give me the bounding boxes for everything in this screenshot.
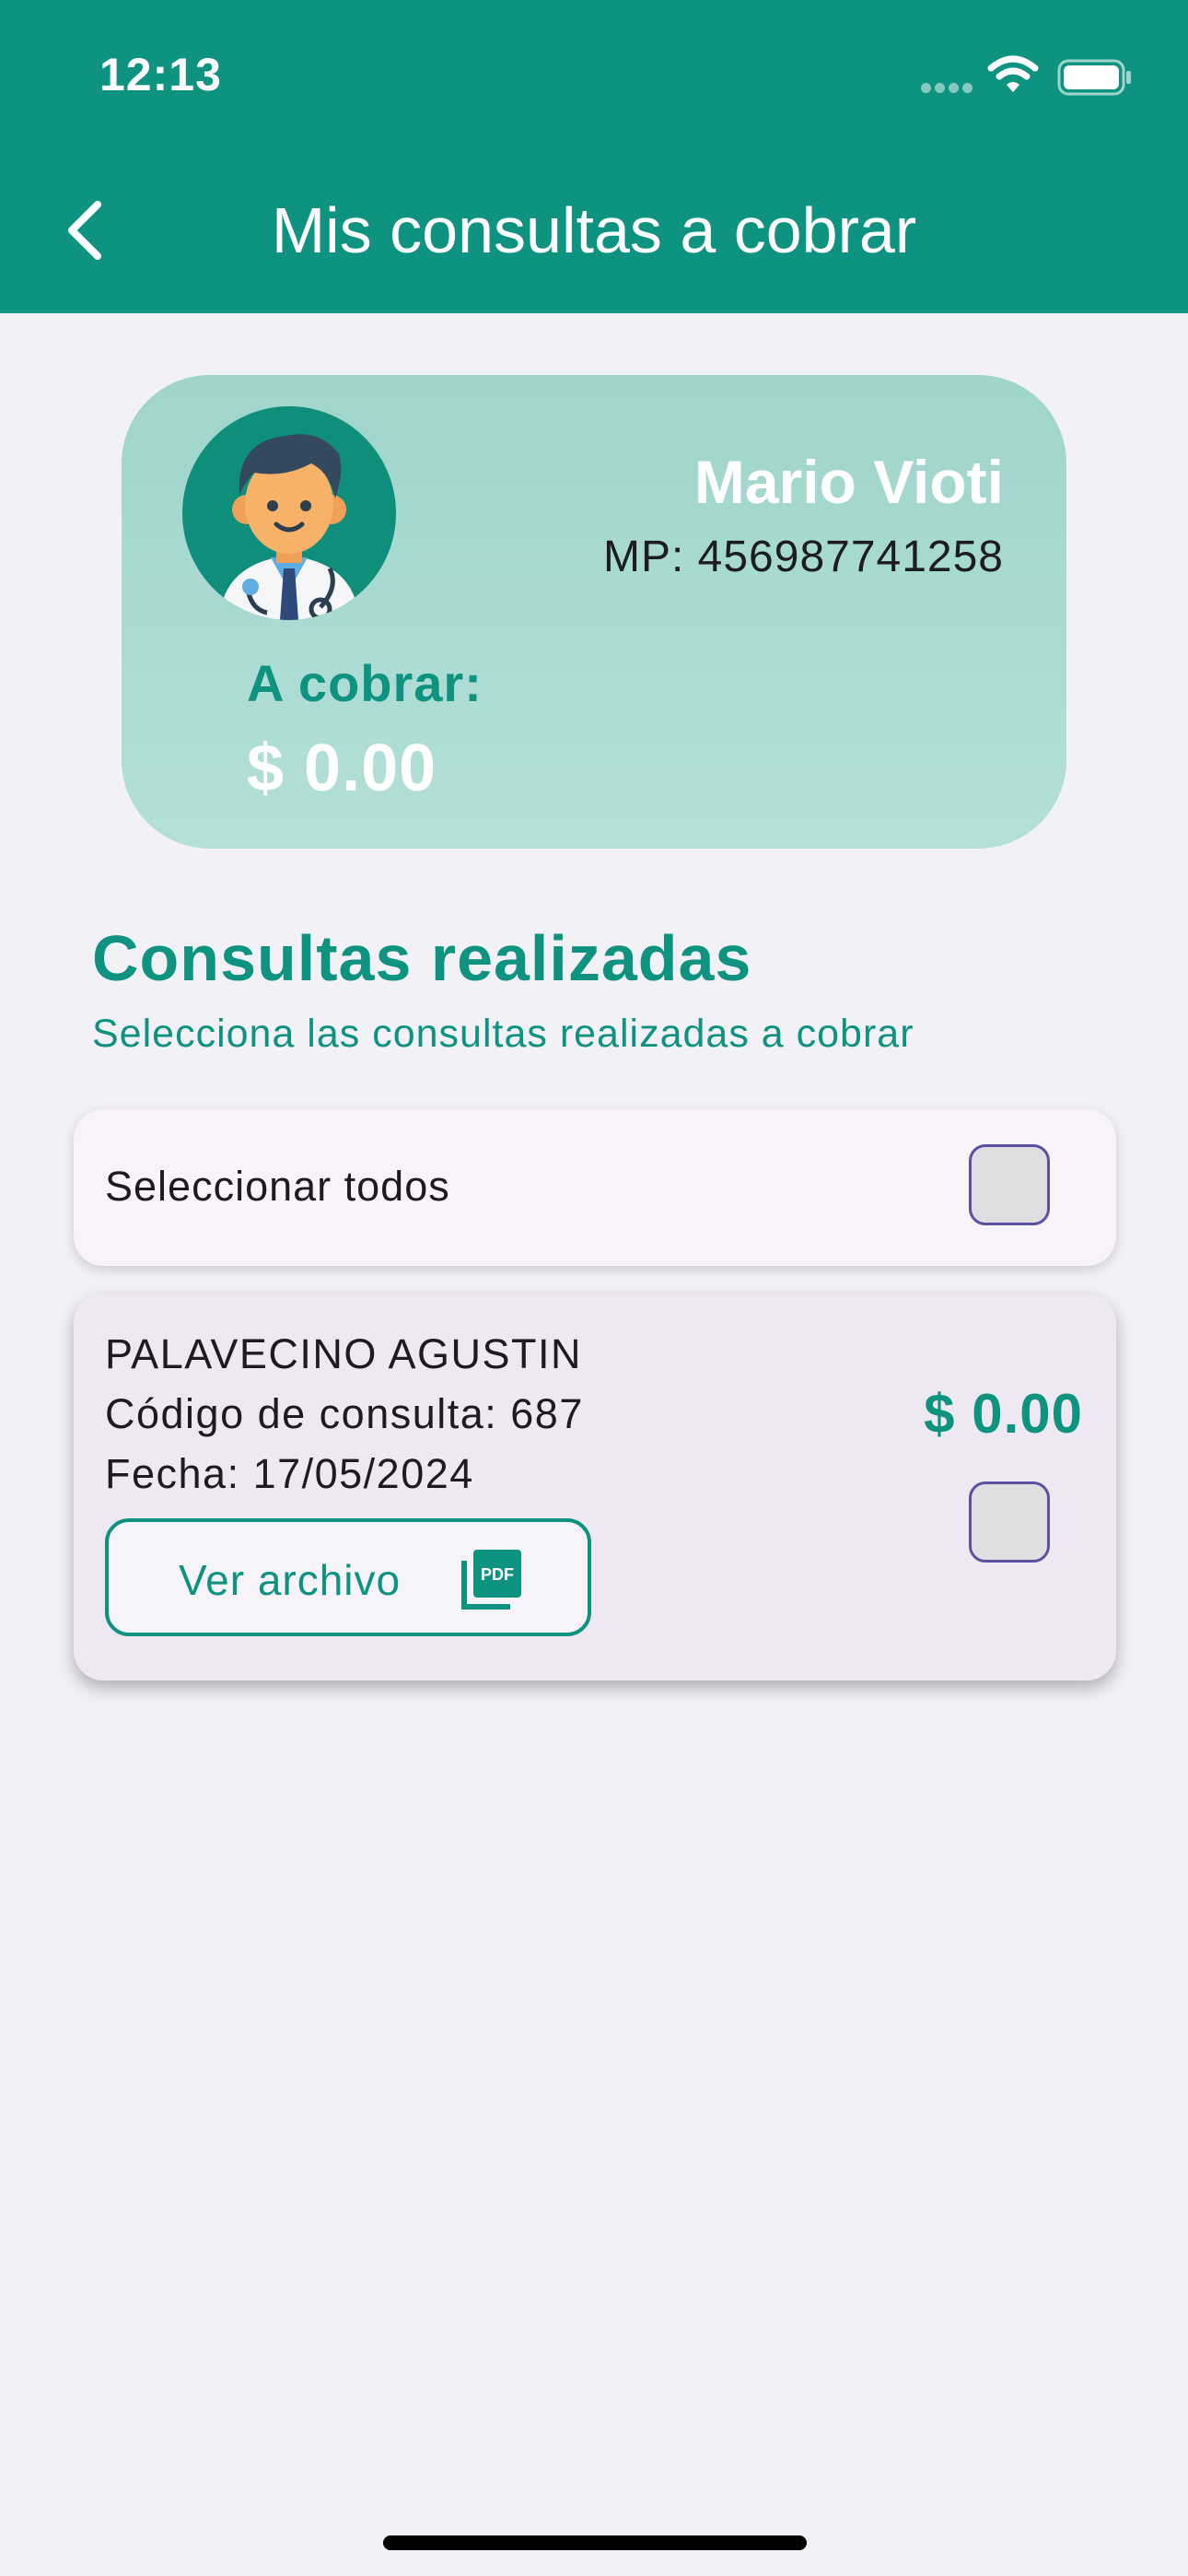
status-time: 12:13: [99, 49, 222, 100]
section-title: Consultas realizadas: [92, 922, 752, 994]
consulta-date: Fecha: 17/05/2024: [105, 1450, 474, 1497]
patient-name: PALAVECINO AGUSTIN: [105, 1330, 582, 1377]
wifi-icon: [987, 55, 1039, 92]
select-all-checkbox[interactable]: [969, 1144, 1050, 1225]
amount-due-value: $ 0.00: [247, 732, 437, 805]
consulta-card: PALAVECINO AGUSTIN Código de consulta: 6…: [74, 1294, 1116, 1680]
select-all-row[interactable]: Seleccionar todos: [74, 1109, 1116, 1266]
ver-archivo-label: Ver archivo: [179, 1556, 402, 1604]
doctor-mp-number: MP: 456987741258: [602, 533, 1004, 581]
doctor-avatar: [182, 406, 396, 620]
page-title: Mis consultas a cobrar: [271, 194, 917, 266]
consulta-amount: $ 0.00: [924, 1383, 1083, 1445]
doctor-name: Mario Vioti: [693, 448, 1004, 516]
section-subtitle: Selecciona las consultas realizadas a co…: [92, 1012, 914, 1056]
home-indicator: [383, 2535, 807, 2550]
status-bar: 12:13: [0, 0, 1188, 138]
cellular-signal-icon: [921, 81, 976, 98]
profile-card: Mario Vioti MP: 456987741258 A cobrar: $…: [122, 375, 1066, 849]
battery-icon: [1057, 59, 1131, 96]
amount-due-label: A cobrar:: [247, 654, 483, 712]
select-all-label: Seleccionar todos: [105, 1163, 450, 1210]
consulta-checkbox[interactable]: [969, 1481, 1050, 1563]
pdf-icon: PDF: [461, 1550, 521, 1610]
consulta-code: Código de consulta: 687: [105, 1390, 584, 1437]
svg-text:PDF: PDF: [481, 1565, 514, 1584]
app-bar: Mis consultas a cobrar: [0, 138, 1188, 313]
ver-archivo-button[interactable]: Ver archivo PDF: [105, 1518, 591, 1636]
